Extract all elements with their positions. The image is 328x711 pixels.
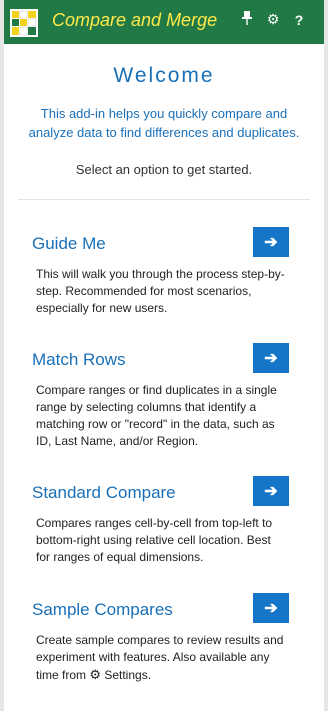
option-description: Compares ranges cell-by-cell from top-le… [36,516,273,564]
standard-compare-button[interactable]: ➔ [253,476,289,506]
gear-icon: ⚙ [89,667,101,682]
app-logo-icon [10,9,38,37]
guide-me-button[interactable]: ➔ [253,227,289,257]
help-icon[interactable]: ? [292,12,306,28]
option-title[interactable]: Standard Compare [32,483,176,503]
arrow-right-icon: ➔ [264,483,278,500]
option-description: This will walk you through the process s… [36,267,285,315]
prompt-text: Select an option to get started. [75,162,253,177]
arrow-right-icon: ➔ [264,234,278,251]
divider [18,199,310,200]
option-title[interactable]: Sample Compares [32,600,173,620]
option-title[interactable]: Guide Me [32,234,106,254]
option-description: Compare ranges or find duplicates in a s… [36,383,277,448]
sample-compares-button[interactable]: ➔ [253,593,289,623]
match-rows-button[interactable]: ➔ [253,343,289,373]
option-description: Create sample compares to review results… [36,632,286,684]
option-title[interactable]: Match Rows [32,350,126,370]
arrow-right-icon: ➔ [264,600,278,617]
pin-icon[interactable] [240,11,254,28]
welcome-heading: Welcome [113,64,215,87]
intro-text: This add-in helps you quickly compare an… [28,106,300,140]
gear-icon[interactable]: ⚙ [266,11,280,28]
description-text: Settings. [101,668,152,682]
app-title: Compare and Merge [52,10,218,30]
title-bar: Compare and Merge ⚙ ? [4,0,324,44]
description-text: Create sample compares to review results… [36,633,284,682]
title-actions: ⚙ ? [240,11,306,28]
arrow-right-icon: ➔ [264,350,278,367]
